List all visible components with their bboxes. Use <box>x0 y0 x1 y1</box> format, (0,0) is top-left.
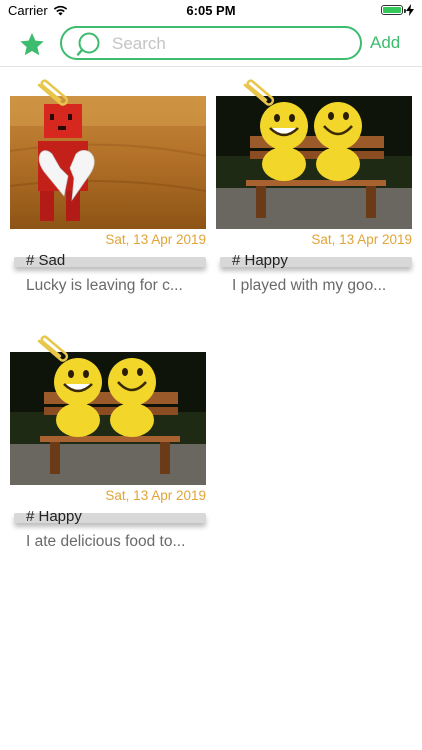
search-icon <box>76 32 100 56</box>
entry-preview: I ate delicious food to... <box>26 533 186 550</box>
star-icon <box>20 32 44 55</box>
entry-photo <box>10 352 206 485</box>
add-button[interactable]: Add <box>370 33 400 53</box>
entry-card[interactable]: Sat, 13 Apr 2019 # Sad Lucky is leaving … <box>10 79 206 294</box>
search-input[interactable] <box>110 31 354 57</box>
entry-preview: I played with my goo... <box>232 277 387 294</box>
status-bar: Carrier 6:05 PM <box>0 0 422 22</box>
charging-bolt-icon <box>406 4 414 16</box>
entry-tag: # Sad <box>26 252 66 269</box>
entry-tag: # Happy <box>26 508 82 525</box>
entry-tag: # Happy <box>232 252 288 269</box>
search-bar[interactable] <box>60 26 362 60</box>
entry-date: Sat, 13 Apr 2019 <box>311 232 412 247</box>
paperclip-icon <box>37 79 69 106</box>
clock: 6:05 PM <box>186 3 236 18</box>
entry-photo <box>216 96 412 229</box>
entry-card[interactable]: Sat, 13 Apr 2019 # Happy I ate delicious… <box>10 335 206 550</box>
battery-icon <box>381 5 406 15</box>
status-right <box>381 4 414 16</box>
entry-preview: Lucky is leaving for c... <box>26 277 183 294</box>
entry-date: Sat, 13 Apr 2019 <box>105 232 206 247</box>
favorites-button[interactable] <box>18 30 46 58</box>
entry-photo <box>10 96 206 229</box>
entry-date: Sat, 13 Apr 2019 <box>105 488 206 503</box>
entry-card[interactable]: Sat, 13 Apr 2019 # Happy I played with m… <box>216 79 412 294</box>
paperclip-icon <box>37 335 69 362</box>
paperclip-icon <box>243 79 275 106</box>
navigation-bar: Add <box>0 22 422 67</box>
